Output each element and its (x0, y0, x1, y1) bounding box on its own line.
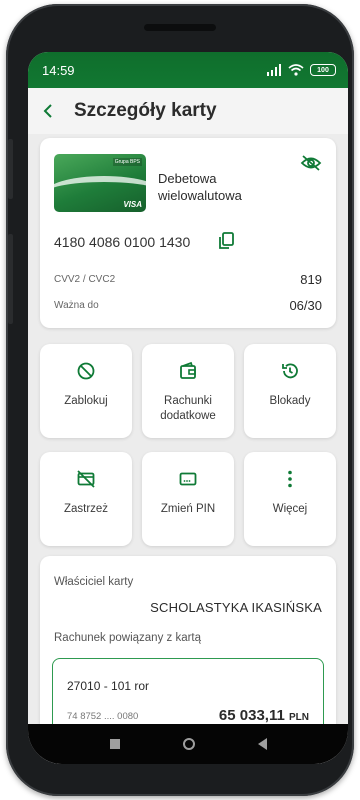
copy-icon (219, 232, 234, 249)
pin-icon (179, 472, 197, 486)
wallet-icon (180, 361, 196, 379)
history-icon (282, 363, 298, 379)
additional-accounts-label: Rachunki dodatkowe (160, 395, 216, 422)
card-name: Debetowa wielowalutowa (158, 171, 242, 203)
visa-logo: VISA (123, 200, 142, 209)
cancel-card-label: Zastrzeż (63, 503, 109, 515)
block-card-label: Zablokuj (64, 395, 108, 407)
account-name: 27010 - 101 ror (67, 679, 150, 693)
card-details-panel: Grupa BPS VISA Debetowa wielowalutowa 41… (40, 138, 336, 328)
holds-button[interactable]: Blokady (244, 344, 336, 438)
system-back-button[interactable] (257, 738, 267, 750)
cancel-card-button[interactable]: Zastrzeż (40, 452, 132, 546)
wifi-icon (288, 64, 304, 76)
owner-name: SCHOLASTYKA IKASIŃSKA (150, 600, 322, 615)
owner-label: Właściciel karty (54, 576, 134, 588)
linked-account-label: Rachunek powiązany z kartą (54, 632, 202, 644)
power-button (8, 234, 13, 324)
volume-button (8, 139, 13, 199)
change-pin-button[interactable]: Zmień PIN (142, 452, 234, 546)
app-header: Szczegóły karty (28, 88, 348, 134)
change-pin-label: Zmień PIN (160, 503, 216, 515)
eye-off-icon (300, 155, 322, 171)
account-number: 74 8752 .... 0080 (67, 711, 139, 722)
holds-label: Blokady (269, 395, 311, 407)
balance-amount: 65 033,11 (218, 707, 285, 724)
signal-icon (267, 64, 281, 76)
cvv-label: CVV2 / CVC2 (54, 274, 116, 285)
block-card-button[interactable]: Zablokuj (40, 344, 132, 438)
status-time: 14:59 (42, 62, 75, 78)
system-nav-bar (28, 724, 348, 764)
app-screen: 14:59 100 Szczegóły karty Grupa BPS VISA… (28, 52, 348, 764)
valid-label: Ważna do (54, 300, 99, 311)
speaker-grille (144, 24, 216, 31)
card-image: Grupa BPS VISA (54, 154, 146, 212)
home-button[interactable] (182, 738, 195, 750)
status-icons: 100 (266, 64, 336, 76)
more-icon (288, 470, 292, 488)
phone-frame: 14:59 100 Szczegóły karty Grupa BPS VISA… (6, 4, 354, 796)
status-bar: 14:59 100 (28, 52, 348, 88)
valid-value: 06/30 (289, 298, 322, 313)
card-off-icon (77, 470, 95, 488)
balance-currency: PLN (289, 712, 309, 723)
block-icon (77, 362, 95, 380)
account-balance: 65 033,11 PLN (219, 707, 309, 724)
page-title: Szczegóły karty (74, 100, 217, 121)
bank-logo: Grupa BPS (112, 158, 142, 166)
additional-accounts-button[interactable]: Rachunki dodatkowe (142, 344, 234, 438)
more-label: Więcej (272, 503, 308, 515)
hide-details-button[interactable] (300, 154, 322, 177)
back-button[interactable] (28, 88, 68, 134)
battery-icon: 100 (310, 64, 336, 76)
card-number: 4180 4086 0100 1430 (54, 234, 191, 250)
more-button[interactable]: Więcej (244, 452, 336, 546)
recent-apps-button[interactable] (109, 739, 120, 749)
cvv-value: 819 (300, 272, 322, 287)
chevron-left-icon (43, 104, 52, 118)
battery-level: 100 (317, 66, 329, 74)
copy-number-button[interactable] (218, 232, 234, 255)
